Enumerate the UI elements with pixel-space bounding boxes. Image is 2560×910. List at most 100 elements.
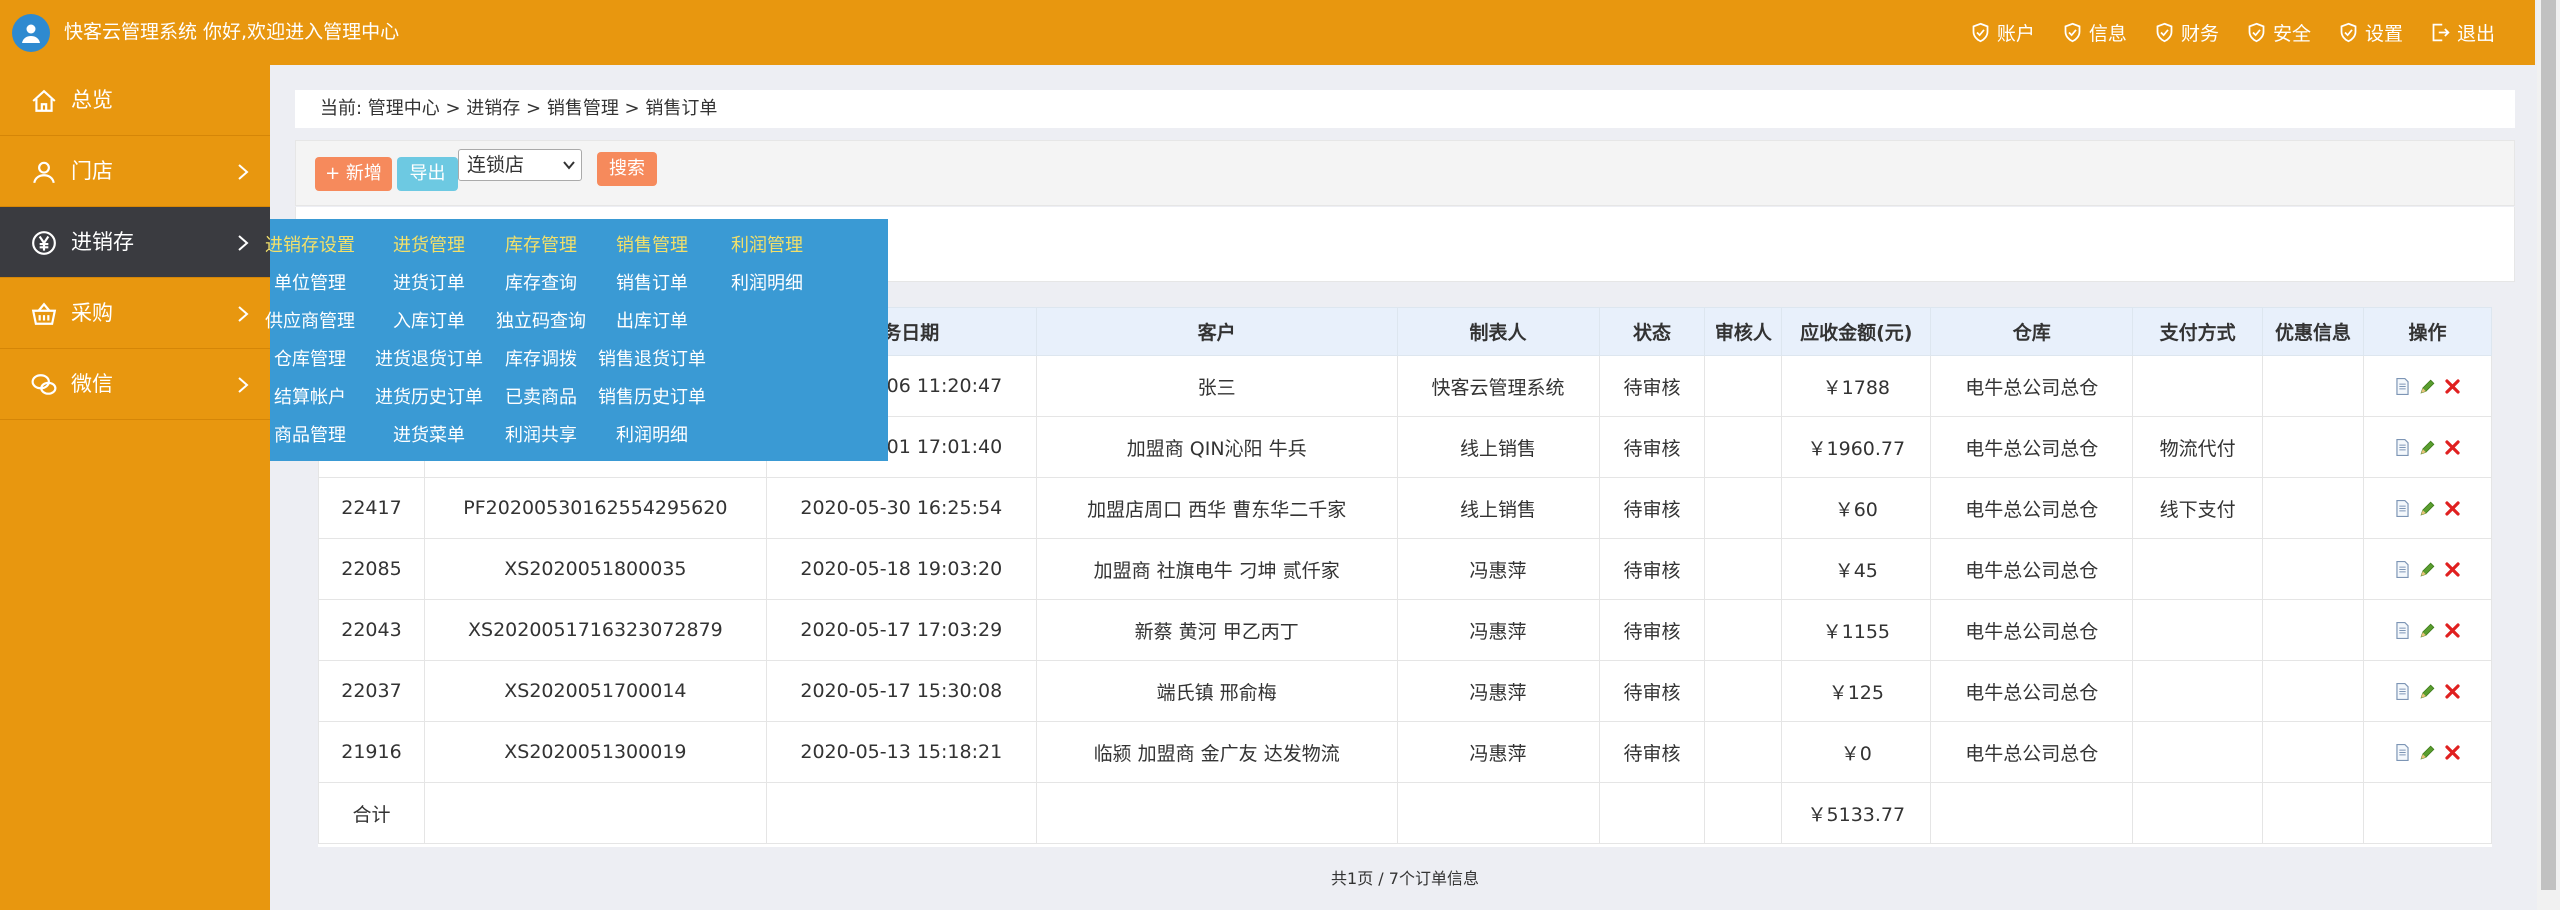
document-icon (2396, 560, 2409, 578)
sidebar-item-4[interactable]: 微信 (0, 349, 270, 420)
flyout-link[interactable]: 商品管理 (274, 421, 346, 447)
flyout-link[interactable]: 入库订单 (393, 307, 465, 333)
table-cell (1704, 538, 1783, 600)
flyout-heading[interactable]: 进货管理 (393, 231, 465, 257)
sidebar-item-3[interactable]: 采购 (0, 278, 270, 349)
edit-button[interactable] (2418, 560, 2437, 579)
search-button[interactable]: 搜索 (597, 152, 657, 186)
view-button[interactable] (2393, 621, 2412, 640)
document-icon (2396, 438, 2409, 456)
edit-button[interactable] (2418, 682, 2437, 701)
edit-button[interactable] (2418, 743, 2437, 762)
add-button[interactable]: + 新增 (315, 157, 392, 191)
topnav-label: 安全 (2272, 22, 2311, 45)
flyout-link[interactable]: 销售订单 (616, 269, 688, 295)
flyout-link[interactable]: 销售退货订单 (598, 345, 706, 371)
flyout-link[interactable]: 供应商管理 (265, 307, 355, 333)
delete-button[interactable] (2443, 621, 2462, 640)
flyout-link[interactable]: 仓库管理 (274, 345, 346, 371)
flyout-link[interactable]: 进货退货订单 (375, 345, 483, 371)
total-cell (1930, 782, 2134, 844)
flyout-link[interactable]: 利润明细 (616, 421, 688, 447)
table-cell: 冯惠萍 (1396, 660, 1600, 722)
topnav-item-1[interactable]: 信息 (2062, 19, 2127, 46)
table-row[interactable]: 21916 XS2020051300019 2020-05-13 15:18:21 临… (318, 721, 2492, 783)
topnav-item-3[interactable]: 安全 (2246, 19, 2311, 46)
flyout-heading[interactable]: 库存管理 (505, 231, 577, 257)
table-cell: 22037 (318, 660, 425, 722)
pencil-icon (2420, 684, 2435, 698)
flyout-link[interactable]: 进货历史订单 (375, 383, 483, 409)
view-button[interactable] (2393, 682, 2412, 701)
flyout-heading[interactable]: 进销存设置 (265, 231, 355, 257)
flyout-link[interactable]: 库存调拨 (505, 345, 577, 371)
topnav-item-2[interactable]: 财务 (2154, 19, 2219, 46)
shield-check-icon (1972, 22, 1989, 42)
table-cell: ￥45 (1781, 538, 1932, 600)
delete-button[interactable] (2443, 743, 2462, 762)
scrollbar-thumb[interactable] (2541, 0, 2556, 890)
sidebar-item-0[interactable]: 总览 (0, 65, 270, 136)
table-row[interactable]: 22417 PF20200530162554295620 2020-05-30 16… (318, 477, 2492, 539)
delete-button[interactable] (2443, 560, 2462, 579)
delete-button[interactable] (2443, 438, 2462, 457)
pencil-icon (2420, 623, 2435, 637)
flyout-link[interactable]: 进货订单 (393, 269, 465, 295)
table-row[interactable]: 22085 XS2020051800035 2020-05-18 19:03:20 加… (318, 538, 2492, 600)
table-cell: 电牛总公司总仓 (1930, 721, 2134, 783)
table-row[interactable]: 22037 XS2020051700014 2020-05-17 15:30:08 端… (318, 660, 2492, 722)
flyout-link[interactable]: 独立码查询 (496, 307, 586, 333)
view-button[interactable] (2393, 438, 2412, 457)
edit-button[interactable] (2418, 499, 2437, 518)
export-button[interactable]: 导出 (397, 157, 458, 191)
table-cell: 端氏镇 邢俞梅 (1035, 660, 1398, 722)
store-select-value: 连锁店 (467, 154, 525, 176)
total-cell (1396, 782, 1600, 844)
edit-button[interactable] (2418, 377, 2437, 396)
row-actions (2363, 538, 2492, 600)
flyout-link[interactable]: 结算帐户 (274, 383, 346, 409)
edit-button[interactable] (2418, 621, 2437, 640)
flyout-link[interactable]: 利润明细 (731, 269, 803, 295)
flyout-heading[interactable]: 利润管理 (731, 231, 803, 257)
page-scrollbar[interactable] (2537, 0, 2560, 910)
topnav-item-0[interactable]: 账户 (1970, 19, 2035, 46)
table-cell: PF20200530162554295620 (423, 477, 767, 539)
sidebar-item-2[interactable]: 进销存 (0, 207, 270, 278)
flyout-link[interactable]: 销售历史订单 (598, 383, 706, 409)
delete-button[interactable] (2443, 499, 2462, 518)
table-cell: ￥1960.77 (1781, 416, 1932, 478)
document-icon (2396, 682, 2409, 700)
view-button[interactable] (2393, 377, 2412, 396)
flyout-link[interactable]: 进货菜单 (393, 421, 465, 447)
delete-button[interactable] (2443, 377, 2462, 396)
total-cell: 合计 (318, 782, 425, 844)
table-cell: 22085 (318, 538, 425, 600)
column-header: 操作 (2363, 307, 2492, 356)
table-cell (2262, 477, 2364, 539)
delete-button[interactable] (2443, 682, 2462, 701)
view-button[interactable] (2393, 560, 2412, 579)
flyout-link[interactable]: 出库订单 (616, 307, 688, 333)
pager-info: 共1页 / 7个订单信息 (1331, 869, 1479, 888)
store-select[interactable]: 连锁店 (458, 149, 582, 181)
document-icon (2396, 743, 2409, 761)
flyout-link[interactable]: 库存查询 (505, 269, 577, 295)
table-row[interactable]: 22043 XS2020051716323072879 2020-05-17 17:… (318, 599, 2492, 661)
sidebar-item-1[interactable]: 门店 (0, 136, 270, 207)
flyout-link[interactable]: 利润共享 (505, 421, 577, 447)
action-icons (2364, 621, 2491, 640)
delete-x-icon (2445, 500, 2460, 516)
table-cell: 2020-05-18 19:03:20 (765, 538, 1037, 600)
edit-button[interactable] (2418, 438, 2437, 457)
flyout-heading[interactable]: 销售管理 (616, 231, 688, 257)
flyout-link[interactable]: 单位管理 (274, 269, 346, 295)
view-button[interactable] (2393, 499, 2412, 518)
document-icon (2396, 621, 2409, 639)
flyout-link[interactable]: 已卖商品 (505, 383, 577, 409)
topnav-item-4[interactable]: 设置 (2338, 19, 2403, 46)
user-icon (33, 161, 55, 184)
table-cell: ￥1788 (1781, 355, 1932, 417)
topnav-item-5[interactable]: 退出 (2430, 19, 2495, 46)
view-button[interactable] (2393, 743, 2412, 762)
